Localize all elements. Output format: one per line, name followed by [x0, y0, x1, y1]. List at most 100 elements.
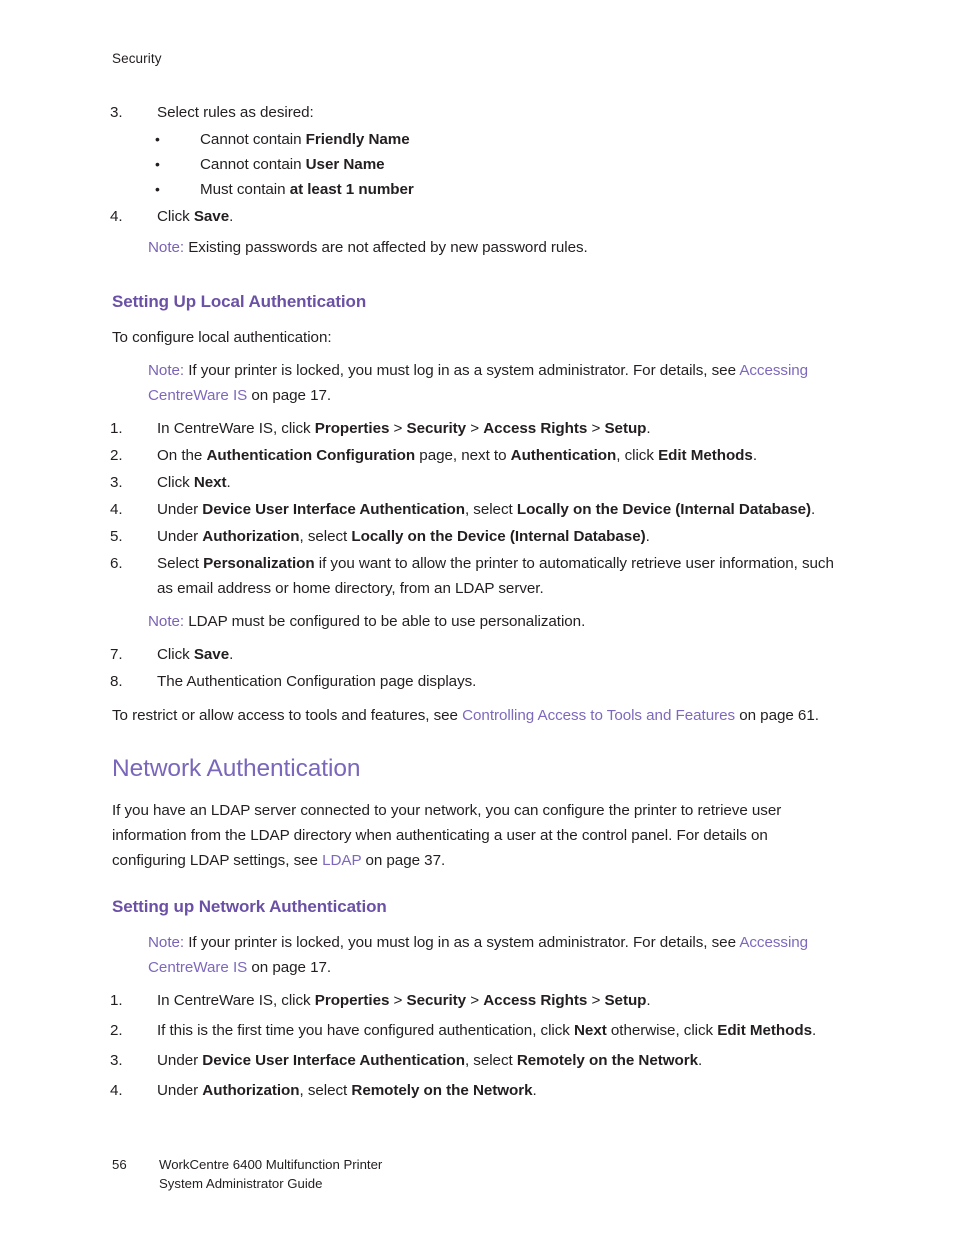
bullet-item-at-least-1-number: • Must contain at least 1 number	[155, 177, 840, 202]
list-item-separator: >	[587, 992, 605, 1009]
list-marker: 3.	[110, 474, 123, 491]
list-item-separator: >	[389, 420, 407, 437]
list-marker: 1.	[110, 420, 123, 437]
list-marker: 4.	[110, 208, 123, 225]
list-item-emphasis-properties: Properties	[314, 420, 390, 437]
list-item-emphasis-remotely-on-network: Remotely on the Network	[351, 1082, 533, 1099]
footer-page-number: 56	[112, 1157, 127, 1172]
bullet-text: Cannot contain	[200, 131, 306, 148]
note-text: LDAP must be configured to be able to us…	[184, 613, 586, 630]
list-marker: 3.	[110, 1052, 123, 1069]
list-marker: 2.	[110, 447, 123, 464]
list-item-step-4: 4. Click Save.	[110, 204, 840, 229]
list-item-text: Under	[157, 1082, 203, 1099]
list-item-text: Under	[157, 528, 203, 545]
note-text: If your printer is locked, you must log …	[184, 934, 740, 951]
list-item-text-tail: .	[229, 208, 234, 225]
list-item-text-tail: .	[226, 474, 231, 491]
list-item-emphasis-authorization: Authorization	[202, 528, 300, 545]
heading-network-authentication: Network Authentication	[112, 755, 361, 782]
list-item-emphasis-remotely-on-network: Remotely on the Network	[516, 1052, 698, 1069]
note-label: Note:	[148, 613, 185, 630]
list-item-emphasis-personalization: Personalization	[203, 555, 315, 572]
list-marker: 8.	[110, 673, 123, 690]
list-item-separator: >	[466, 420, 484, 437]
list-item-text-tail: .	[811, 1022, 817, 1039]
list-item-text: In CentreWare IS, click	[157, 992, 315, 1009]
list-item-emphasis-authentication: Authentication	[510, 447, 617, 464]
note-text: If your printer is locked, you must log …	[184, 362, 740, 379]
list-item-emphasis-access-rights: Access Rights	[483, 992, 588, 1009]
list-item-emphasis: Save	[193, 208, 230, 225]
list-item-text-tail: .	[811, 501, 816, 518]
running-head: Security	[112, 51, 162, 66]
bullet-marker: •	[155, 130, 160, 147]
list-item-separator: >	[587, 420, 605, 437]
list-marker: 7.	[110, 646, 123, 663]
list-marker: 4.	[110, 501, 123, 518]
list-item-local-step-2: 2. On the Authentication Configuration p…	[110, 443, 840, 468]
list-item-network-step-4: 4. Under Authorization, select Remotely …	[110, 1078, 840, 1103]
note-label: Note:	[148, 362, 185, 379]
bullet-text-emphasis: User Name	[305, 156, 385, 173]
list-item-text-tail: .	[752, 447, 757, 464]
link-ldap[interactable]: LDAP	[322, 852, 361, 869]
bullet-text-emphasis: Friendly Name	[305, 131, 410, 148]
list-item-text-mid: , select	[464, 1052, 517, 1069]
list-item-text: On the	[157, 447, 207, 464]
list-item-emphasis-setup: Setup	[604, 992, 647, 1009]
paragraph-text: If you have an LDAP server connected to …	[112, 802, 782, 869]
list-item-emphasis-locally-on-device: Locally on the Device (Internal Database…	[351, 528, 646, 545]
list-item-emphasis-setup: Setup	[604, 420, 647, 437]
list-item-text-mid: otherwise, click	[606, 1022, 718, 1039]
list-item-text: Under	[157, 501, 203, 518]
list-item-text-tail: .	[646, 420, 651, 437]
note-text-tail: on page 17.	[247, 387, 332, 404]
paragraph-restrict-allow-access: To restrict or allow access to tools and…	[112, 703, 840, 728]
list-item-local-step-8: 8. The Authentication Configuration page…	[110, 669, 840, 694]
list-item-text: Select	[157, 555, 204, 572]
note-password-rules: Note: Existing passwords are not affecte…	[148, 235, 840, 260]
list-item-emphasis-properties: Properties	[314, 992, 390, 1009]
note-label: Note:	[148, 934, 185, 951]
list-item-text: Under	[157, 1052, 203, 1069]
heading-setting-up-local-authentication: Setting Up Local Authentication	[112, 292, 367, 311]
list-item-local-step-3: 3. Click Next.	[110, 470, 840, 495]
bullet-item-friendly-name: • Cannot contain Friendly Name	[155, 127, 840, 152]
link-controlling-access-to-tools-and-features[interactable]: Controlling Access to Tools and Features	[462, 707, 735, 724]
footer-title-block: WorkCentre 6400 Multifunction Printer Sy…	[159, 1155, 382, 1193]
list-item-text-tail: .	[697, 1052, 703, 1069]
paragraph-text-tail: on page 37.	[361, 852, 446, 869]
list-item-emphasis-device-ui-auth: Device User Interface Authentication	[202, 1052, 465, 1069]
list-item-local-step-5: 5. Under Authorization, select Locally o…	[110, 524, 840, 549]
list-marker: 3.	[110, 104, 123, 121]
list-item-text-mid: , select	[464, 501, 517, 518]
note-label: Note:	[148, 239, 185, 256]
list-marker: 6.	[110, 555, 123, 572]
bullet-marker: •	[155, 155, 160, 172]
list-item-text: Click	[157, 208, 194, 225]
list-marker: 1.	[110, 992, 123, 1009]
list-item-network-step-1: 1. In CentreWare IS, click Properties > …	[110, 988, 840, 1013]
note-text: Existing passwords are not affected by n…	[184, 239, 588, 256]
list-item-text: Select rules as desired:	[157, 104, 314, 121]
paragraph-text-tail: on page 61.	[735, 707, 819, 724]
list-item-network-step-3: 3. Under Device User Interface Authentic…	[110, 1048, 840, 1073]
note-printer-locked-local: Note: If your printer is locked, you mus…	[148, 358, 840, 408]
list-item-text: Click	[157, 646, 194, 663]
list-item-emphasis-security: Security	[406, 420, 467, 437]
list-marker: 5.	[110, 528, 123, 545]
document-page: Security 3. Select rules as desired: • C…	[0, 0, 954, 1235]
list-item-emphasis-save: Save	[193, 646, 230, 663]
list-item-text-tail: .	[646, 992, 651, 1009]
bullet-text: Cannot contain	[200, 156, 306, 173]
list-item-emphasis-next: Next	[193, 474, 227, 491]
list-marker: 4.	[110, 1082, 123, 1099]
list-item-text-mid2: , click	[616, 447, 659, 464]
note-text-tail: on page 17.	[247, 959, 332, 976]
list-item-network-step-2: 2. If this is the first time you have co…	[110, 1018, 840, 1043]
list-item-separator: >	[389, 992, 407, 1009]
list-item-emphasis-auth-config: Authentication Configuration	[206, 447, 416, 464]
list-item-step-3: 3. Select rules as desired:	[110, 100, 840, 125]
bullet-text: Must contain	[200, 181, 290, 198]
